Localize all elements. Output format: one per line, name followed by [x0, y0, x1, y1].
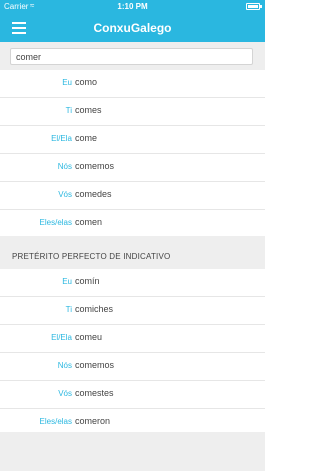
- pronoun-label: Nós: [57, 361, 72, 370]
- verb-form: comiches: [75, 304, 114, 314]
- verb-form: comemos: [75, 360, 115, 370]
- pronoun-label: El/Ela: [51, 134, 72, 143]
- conjugation-row: Nós comemos: [0, 353, 265, 381]
- status-time: 1:10 PM: [117, 2, 148, 11]
- conjugation-row: El/Ela comeu: [0, 325, 265, 353]
- tense-section-header: PRETÉRITO PERFECTO DE INDICATIVO: [0, 236, 265, 269]
- verb-form: come: [75, 133, 98, 143]
- pronoun-label: Ti: [65, 106, 72, 115]
- conjugation-row: Eles/elas comen: [0, 210, 265, 238]
- tense-title: PRETÉRITO PERFECTO DE INDICATIVO: [12, 252, 171, 261]
- conjugation-row: Vós comedes: [0, 182, 265, 210]
- pronoun-label: Eles/elas: [39, 417, 72, 426]
- pronoun-label: Ti: [65, 305, 72, 314]
- verb-form: comemos: [75, 161, 115, 171]
- status-bar: Carrier ≈ 1:10 PM: [0, 0, 265, 14]
- conjugation-row: Ti comiches: [0, 297, 265, 325]
- conjugation-row: Eu comín: [0, 269, 265, 297]
- verb-form: comen: [75, 217, 103, 227]
- pronoun-label: El/Ela: [51, 333, 72, 342]
- next-section-header: [0, 432, 265, 471]
- conjugation-row: Vós comestes: [0, 381, 265, 409]
- pronoun-label: Eu: [62, 277, 72, 286]
- pronoun-label: Nós: [57, 162, 72, 171]
- app-title: ConxuGalego: [93, 21, 172, 35]
- verb-form: comestes: [75, 388, 114, 398]
- conjugation-row: Ti comes: [0, 98, 265, 126]
- conjugation-row: Nós comemos: [0, 154, 265, 182]
- verb-form: comes: [75, 105, 102, 115]
- pronoun-label: Vós: [58, 389, 72, 398]
- verb-form: comeron: [75, 416, 111, 426]
- pronoun-label: Eles/elas: [39, 218, 72, 227]
- battery-icon: [246, 3, 262, 10]
- search-input[interactable]: [10, 48, 253, 65]
- verb-form: comedes: [75, 189, 112, 199]
- pronoun-label: Eu: [62, 78, 72, 87]
- verb-form: comín: [75, 276, 100, 286]
- conjugation-row: Eu como: [0, 70, 265, 98]
- verb-form: comeu: [75, 332, 103, 342]
- conjugation-row: El/Ela come: [0, 126, 265, 154]
- pronoun-label: Vós: [58, 190, 72, 199]
- verb-form: como: [75, 77, 98, 87]
- search-bar: [0, 42, 265, 70]
- nav-bar: ConxuGalego: [0, 14, 265, 42]
